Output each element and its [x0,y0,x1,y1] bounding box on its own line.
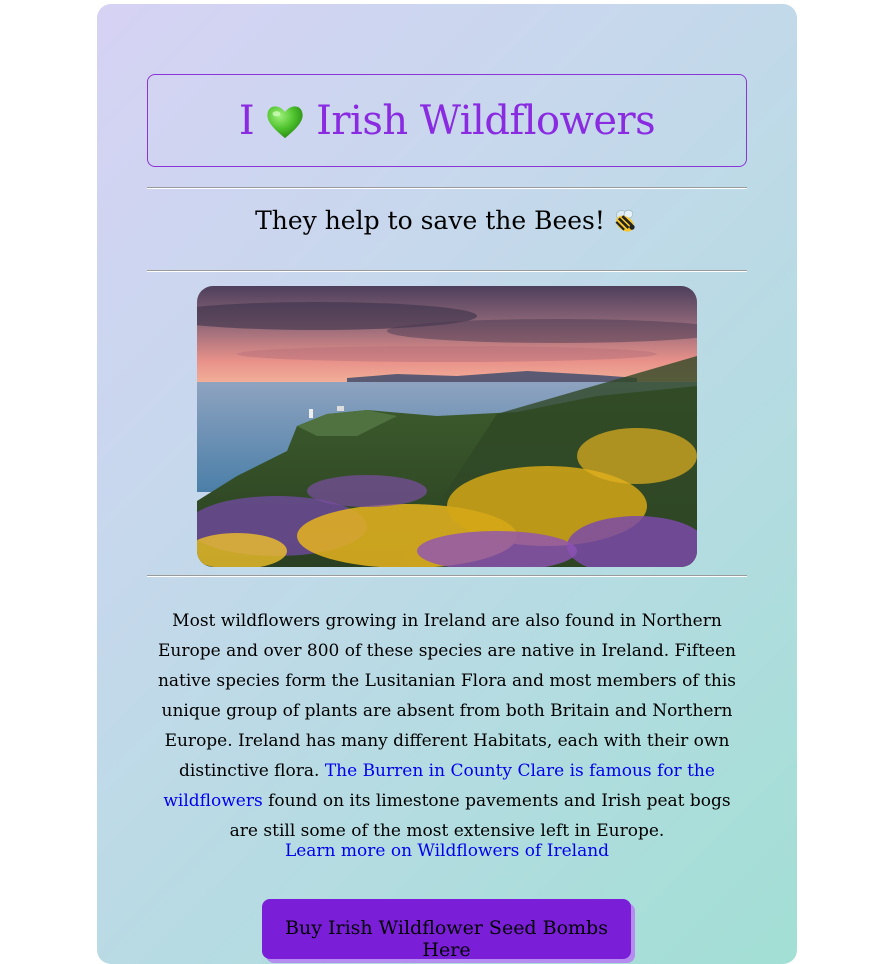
learn-more-link[interactable]: Learn more on Wildflowers of Ireland [147,836,747,866]
divider-middle [147,270,747,272]
paragraph-text-before-link: Most wildflowers growing in Ireland are … [157,611,737,781]
content-card: I Irish Wildflowers They help to save th… [97,4,797,964]
divider-top [147,187,747,189]
page-title: I Irish Wildflowers [238,97,656,144]
title-prefix: I [238,97,255,144]
title-box: I Irish Wildflowers [147,74,747,167]
buy-seed-bombs-button[interactable]: Buy Irish Wildflower Seed Bombs Here [262,899,631,961]
paragraph-text-after-link: found on its limestone pavements and Iri… [229,791,731,841]
divider-bottom [147,575,747,577]
bee-icon [615,209,635,232]
green-heart-icon [267,105,303,138]
hero-landscape [197,286,697,567]
subtitle: They help to save the Bees! [147,206,747,235]
title-text: Irish Wildflowers [316,97,656,144]
hero-image [197,286,697,567]
article-paragraph: Most wildflowers growing in Ireland are … [147,606,747,846]
subtitle-text: They help to save the Bees! [255,206,605,235]
